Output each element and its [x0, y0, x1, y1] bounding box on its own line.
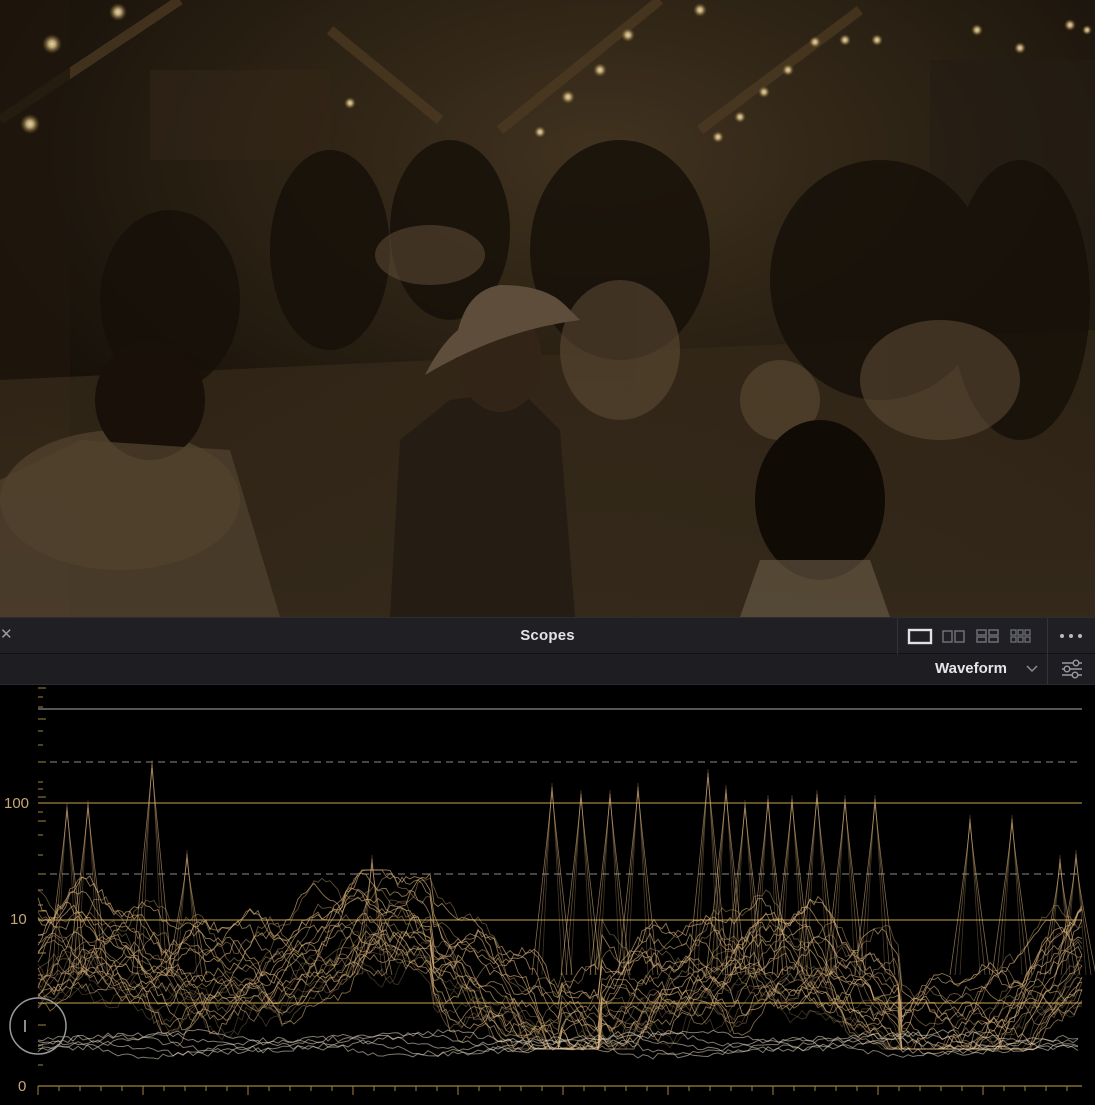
level-label-0: 0 — [18, 1078, 27, 1095]
layout-toggle-group — [897, 618, 1048, 654]
scope-type-dropdown[interactable]: Waveform — [926, 654, 1046, 684]
waveform-peak — [531, 790, 573, 976]
waveform-peak — [954, 818, 986, 976]
waveform-peak — [776, 798, 808, 976]
quad-view-icon[interactable] — [972, 626, 1004, 646]
waveform-peak — [536, 786, 568, 976]
waveform-peak — [996, 818, 1028, 976]
waveform-peak — [859, 798, 891, 976]
chevron-down-icon — [1026, 665, 1038, 673]
waveform-peak — [565, 793, 597, 976]
scopes-title-bar: ✕ Scopes — [0, 617, 1095, 654]
waveform-scope: 100 10 0 — [0, 685, 1095, 1105]
video-viewer — [0, 0, 1095, 617]
level-label-10: 10 — [10, 911, 27, 928]
single-view-icon[interactable] — [904, 626, 936, 646]
waveform-peak — [949, 822, 991, 976]
waveform-peak — [131, 767, 173, 976]
scope-type-label: Waveform — [935, 660, 1007, 677]
waveform-peak — [801, 793, 833, 976]
waveform-peak — [824, 802, 866, 976]
waveform-floor-trace — [37, 1030, 1079, 1054]
scopes-toolbar: Waveform — [0, 654, 1095, 685]
video-frame-image — [0, 0, 1095, 617]
dual-view-icon[interactable] — [938, 626, 970, 646]
waveform-peak — [560, 797, 602, 976]
waveform-peak — [166, 857, 208, 976]
waveform-peak — [1049, 854, 1071, 976]
waveform-peak — [136, 763, 168, 976]
waveform-peak — [991, 822, 1033, 976]
level-label-100: 100 — [4, 795, 30, 812]
waveform-graph — [37, 687, 1095, 1095]
more-options-icon[interactable] — [1047, 618, 1095, 654]
waveform-peak — [176, 849, 198, 976]
waveform-peak — [854, 802, 896, 976]
zoom-circle-icon[interactable] — [8, 996, 68, 1056]
six-view-icon[interactable] — [1006, 626, 1038, 646]
sliders-settings-icon[interactable] — [1047, 654, 1095, 684]
